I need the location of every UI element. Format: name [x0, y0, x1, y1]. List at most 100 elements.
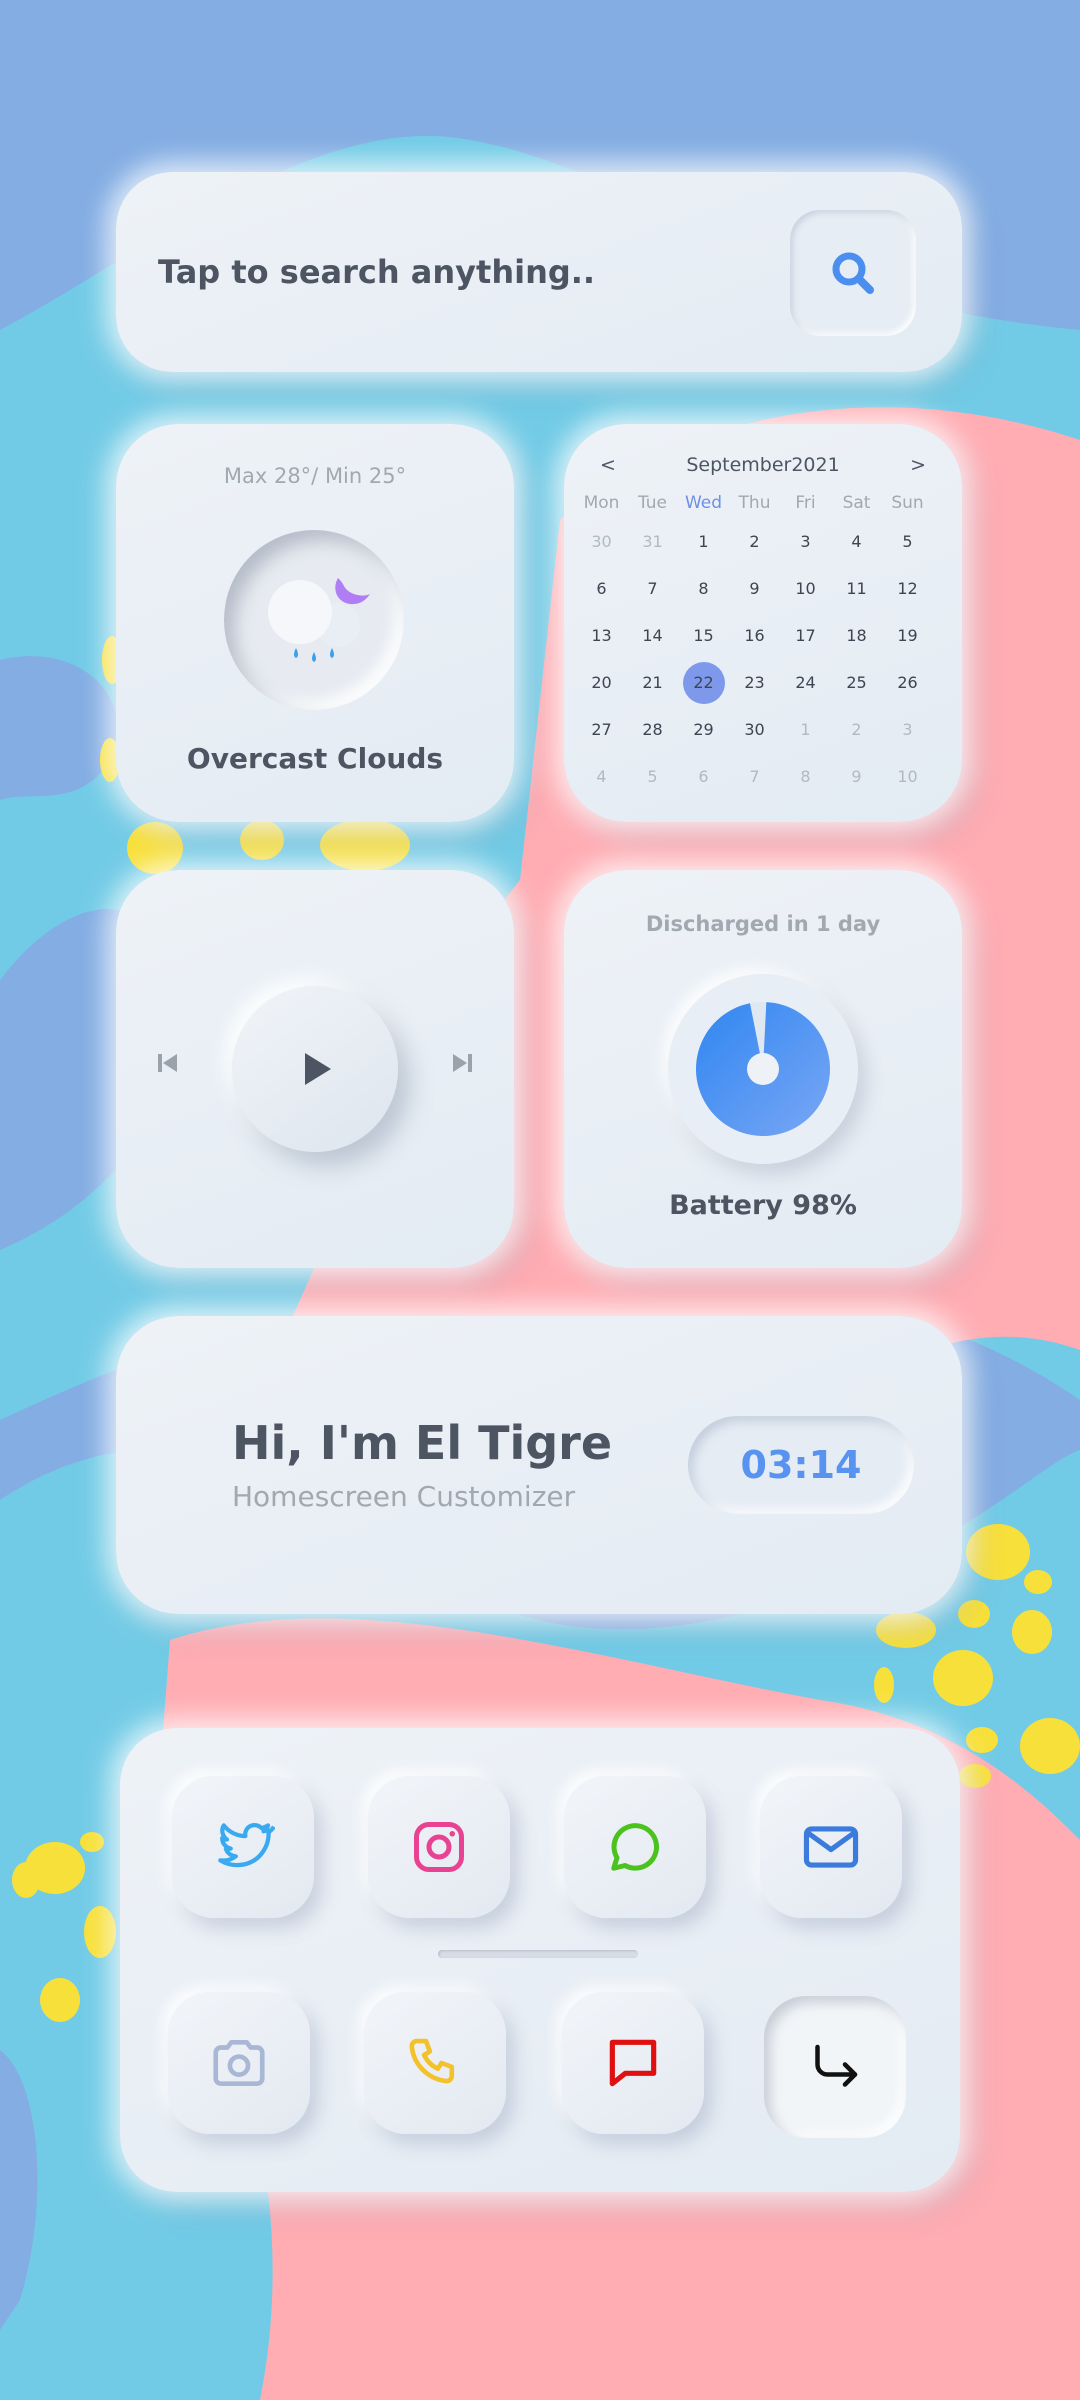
weekday-label: Sat: [842, 493, 871, 513]
camera-icon: [213, 2040, 265, 2086]
calendar-day[interactable]: 28: [627, 706, 678, 753]
calendar-day[interactable]: 3: [780, 518, 831, 565]
calendar-day-number: 7: [647, 578, 658, 598]
cloud-moon-rain-icon: [268, 578, 370, 662]
calendar-day-number: 9: [749, 578, 760, 598]
weekday-label: Tue: [637, 493, 668, 513]
phone-app-button[interactable]: [364, 1992, 506, 2134]
calendar-day[interactable]: 18: [831, 612, 882, 659]
reply-app-button[interactable]: [764, 1996, 906, 2138]
calendar-day[interactable]: 1: [678, 518, 729, 565]
calendar-day[interactable]: 29: [678, 706, 729, 753]
calendar-day[interactable]: 23: [729, 659, 780, 706]
calendar-day[interactable]: 26: [882, 659, 933, 706]
calendar-day[interactable]: 9: [831, 753, 882, 800]
calendar-day-number: 5: [647, 766, 658, 786]
calendar-day-selected[interactable]: 22: [678, 659, 729, 706]
calendar-day-number: 4: [596, 766, 607, 786]
mail-app-button[interactable]: [760, 1776, 902, 1918]
battery-gauge: [668, 974, 858, 1164]
messages-app-button[interactable]: [562, 1992, 704, 2134]
calendar-day-number: 8: [698, 578, 709, 598]
calendar-day[interactable]: 2: [729, 518, 780, 565]
music-player-widget[interactable]: [116, 870, 514, 1268]
weather-widget[interactable]: Max 28°/ Min 25° Overcast Clouds: [116, 424, 514, 822]
calendar-day[interactable]: 4: [576, 753, 627, 800]
calendar-day[interactable]: 25: [831, 659, 882, 706]
search-placeholder[interactable]: Tap to search anything..: [158, 172, 595, 372]
calendar-day[interactable]: 4: [831, 518, 882, 565]
calendar-month: September2021: [686, 454, 840, 476]
calendar-day[interactable]: 8: [780, 753, 831, 800]
calendar-day[interactable]: 11: [831, 565, 882, 612]
skip-next-button[interactable]: [446, 1046, 480, 1080]
calendar-day[interactable]: 1: [780, 706, 831, 753]
instagram-app-button[interactable]: [368, 1776, 510, 1918]
calendar-day-number: 3: [902, 719, 913, 739]
weather-max-min: Max 28°/ Min 25°: [223, 464, 407, 488]
calendar-day[interactable]: 10: [882, 753, 933, 800]
calendar-day[interactable]: 9: [729, 565, 780, 612]
calendar-day-number: 25: [846, 672, 867, 692]
calendar-day[interactable]: 20: [576, 659, 627, 706]
calendar-day[interactable]: 6: [576, 565, 627, 612]
search-button[interactable]: [790, 210, 916, 336]
weekday-label: Wed: [684, 493, 723, 513]
calendar-day[interactable]: 2: [831, 706, 882, 753]
calendar-day-number: 15: [693, 625, 714, 645]
calendar-day[interactable]: 15: [678, 612, 729, 659]
calendar-prev-button[interactable]: <: [600, 454, 616, 476]
search-widget[interactable]: Tap to search anything..: [116, 172, 962, 372]
profile-widget[interactable]: Hi, I'm El Tigre Homescreen Customizer 0…: [116, 1316, 962, 1614]
calendar-day[interactable]: 30: [576, 518, 627, 565]
calendar-widget[interactable]: September2021 < > Mon Tue Wed Thu Fri Sat Sun 3…: [564, 424, 962, 822]
calendar-day[interactable]: 30: [729, 706, 780, 753]
calendar-day-number: 11: [846, 578, 867, 598]
skip-next-icon: [453, 1054, 472, 1072]
calendar-day[interactable]: 14: [627, 612, 678, 659]
skip-previous-button[interactable]: [150, 1046, 184, 1080]
calendar-next-button[interactable]: >: [910, 454, 926, 476]
calendar-day[interactable]: 16: [729, 612, 780, 659]
profile-subtitle: Homescreen Customizer: [232, 1480, 576, 1513]
play-button[interactable]: [232, 986, 398, 1152]
camera-app-button[interactable]: [168, 1992, 310, 2134]
whatsapp-app-button[interactable]: [564, 1776, 706, 1918]
calendar-day-number: 30: [591, 531, 612, 551]
calendar-day[interactable]: 13: [576, 612, 627, 659]
calendar-day-number: 7: [749, 766, 760, 786]
twitter-icon: [218, 1823, 275, 1868]
calendar-day[interactable]: 5: [882, 518, 933, 565]
calendar-day[interactable]: 7: [729, 753, 780, 800]
calendar-day-number: 31: [642, 531, 663, 551]
calendar-day[interactable]: 17: [780, 612, 831, 659]
calendar-day[interactable]: 21: [627, 659, 678, 706]
clock-display[interactable]: 03:14: [688, 1416, 914, 1514]
weather-condition: Overcast Clouds: [186, 742, 444, 775]
calendar-day-number: 6: [698, 766, 709, 786]
calendar-day[interactable]: 19: [882, 612, 933, 659]
calendar-day-number: 12: [897, 578, 918, 598]
calendar-day[interactable]: 3: [882, 706, 933, 753]
calendar-day-number: 30: [744, 719, 765, 739]
calendar-day-number: 18: [846, 625, 867, 645]
calendar-day[interactable]: 24: [780, 659, 831, 706]
battery-pie: [696, 1002, 830, 1136]
calendar-day-number: 4: [851, 531, 862, 551]
calendar-day[interactable]: 6: [678, 753, 729, 800]
calendar-day[interactable]: 7: [627, 565, 678, 612]
calendar-day-number: 22: [682, 661, 725, 704]
weekday-label: Thu: [738, 493, 771, 513]
calendar-day[interactable]: 12: [882, 565, 933, 612]
calendar-day[interactable]: 31: [627, 518, 678, 565]
twitter-app-button[interactable]: [172, 1776, 314, 1918]
calendar-day[interactable]: 27: [576, 706, 627, 753]
calendar-day-number: 6: [596, 578, 607, 598]
battery-widget[interactable]: Discharged in 1 day Battery 98%: [564, 870, 962, 1268]
calendar-day-number: 26: [897, 672, 918, 692]
calendar-day[interactable]: 5: [627, 753, 678, 800]
calendar-day[interactable]: 8: [678, 565, 729, 612]
calendar-day[interactable]: 10: [780, 565, 831, 612]
calendar-day-number: 27: [591, 719, 612, 739]
calendar-day-number: 9: [851, 766, 862, 786]
